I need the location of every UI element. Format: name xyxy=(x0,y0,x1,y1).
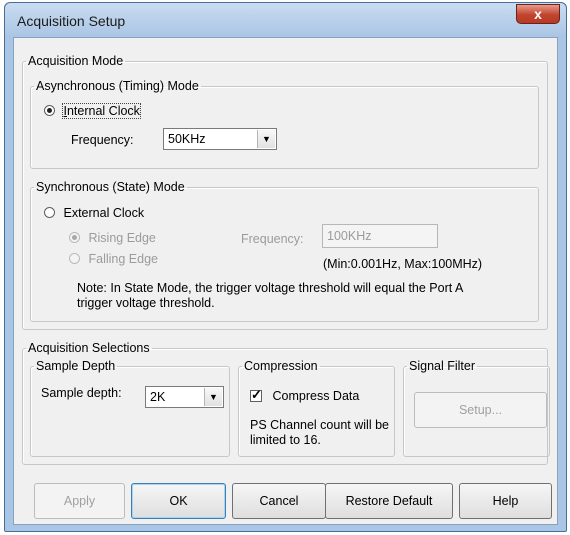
internal-clock-radio-indicator[interactable] xyxy=(44,105,55,116)
compress-data-checkbox-indicator[interactable]: ✓ xyxy=(250,387,262,402)
internal-clock-label: Internal Clock xyxy=(62,103,141,119)
close-button[interactable]: x xyxy=(516,4,560,24)
dialog-client-area: Acquisition Mode Asynchronous (Timing) M… xyxy=(13,37,558,525)
chevron-down-icon[interactable]: ▼ xyxy=(257,130,275,148)
rising-edge-radio-indicator[interactable] xyxy=(69,232,80,243)
falling-edge-radio[interactable]: Falling Edge xyxy=(69,252,158,266)
acquisition-selections-legend: Acquisition Selections xyxy=(28,341,150,355)
external-clock-radio[interactable]: External Clock xyxy=(44,206,144,220)
help-button[interactable]: Help xyxy=(459,483,552,519)
apply-button[interactable]: Apply xyxy=(34,483,125,519)
sample-depth-label: Sample depth: xyxy=(41,386,122,400)
async-frequency-value: 50KHz xyxy=(168,132,206,146)
sample-depth-dropdown[interactable]: 2K ▼ xyxy=(145,386,224,408)
cancel-button[interactable]: Cancel xyxy=(232,483,326,519)
falling-edge-label: Falling Edge xyxy=(88,252,158,266)
state-mode-note-line2: trigger voltage threshold. xyxy=(77,296,215,310)
async-mode-group: Asynchronous (Timing) Mode xyxy=(30,79,539,169)
sync-frequency-range: (Min:0.001Hz, Max:100MHz) xyxy=(323,257,483,271)
sync-frequency-label: Frequency: xyxy=(241,232,304,246)
sample-depth-group: Sample Depth xyxy=(30,359,230,457)
compression-legend: Compression xyxy=(244,359,318,373)
sample-depth-value: 2K xyxy=(150,390,166,404)
state-mode-note-line1: Note: In State Mode, the trigger voltage… xyxy=(77,281,464,295)
checkmark-icon: ✓ xyxy=(251,387,262,402)
async-mode-legend: Asynchronous (Timing) Mode xyxy=(36,79,199,93)
sample-depth-legend: Sample Depth xyxy=(36,359,116,373)
external-clock-radio-indicator[interactable] xyxy=(44,207,55,218)
compress-data-label: Compress Data xyxy=(272,389,360,403)
compression-note-line1: PS Channel count will be xyxy=(250,418,389,432)
falling-edge-radio-indicator[interactable] xyxy=(69,253,80,264)
compression-note-line2: limited to 16. xyxy=(250,433,321,447)
ok-button[interactable]: OK xyxy=(131,483,226,519)
chevron-down-icon[interactable]: ▼ xyxy=(204,388,222,406)
acquisition-mode-legend: Acquisition Mode xyxy=(28,54,124,68)
rising-edge-radio[interactable]: Rising Edge xyxy=(69,231,156,245)
restore-default-button[interactable]: Restore Default xyxy=(325,483,453,519)
close-icon: x xyxy=(534,6,542,22)
sync-mode-legend: Synchronous (State) Mode xyxy=(36,180,185,194)
rising-edge-label: Rising Edge xyxy=(88,231,156,245)
internal-clock-radio[interactable]: Internal Clock xyxy=(44,103,141,119)
dialog-window: Acquisition Setup x Acquisition Mode Asy… xyxy=(4,2,567,532)
dialog-title: Acquisition Setup xyxy=(17,13,126,29)
title-bar[interactable]: Acquisition Setup x xyxy=(5,3,566,37)
async-frequency-label: Frequency: xyxy=(71,133,134,147)
compress-data-checkbox[interactable]: ✓ Compress Data xyxy=(250,387,360,403)
signal-filter-legend: Signal Filter xyxy=(409,359,475,373)
external-clock-label: External Clock xyxy=(63,206,145,220)
sync-frequency-value: 100KHz xyxy=(327,229,372,243)
setup-button[interactable]: Setup... xyxy=(414,392,547,428)
async-frequency-dropdown[interactable]: 50KHz ▼ xyxy=(163,128,277,150)
sync-frequency-input[interactable]: 100KHz xyxy=(322,224,438,248)
